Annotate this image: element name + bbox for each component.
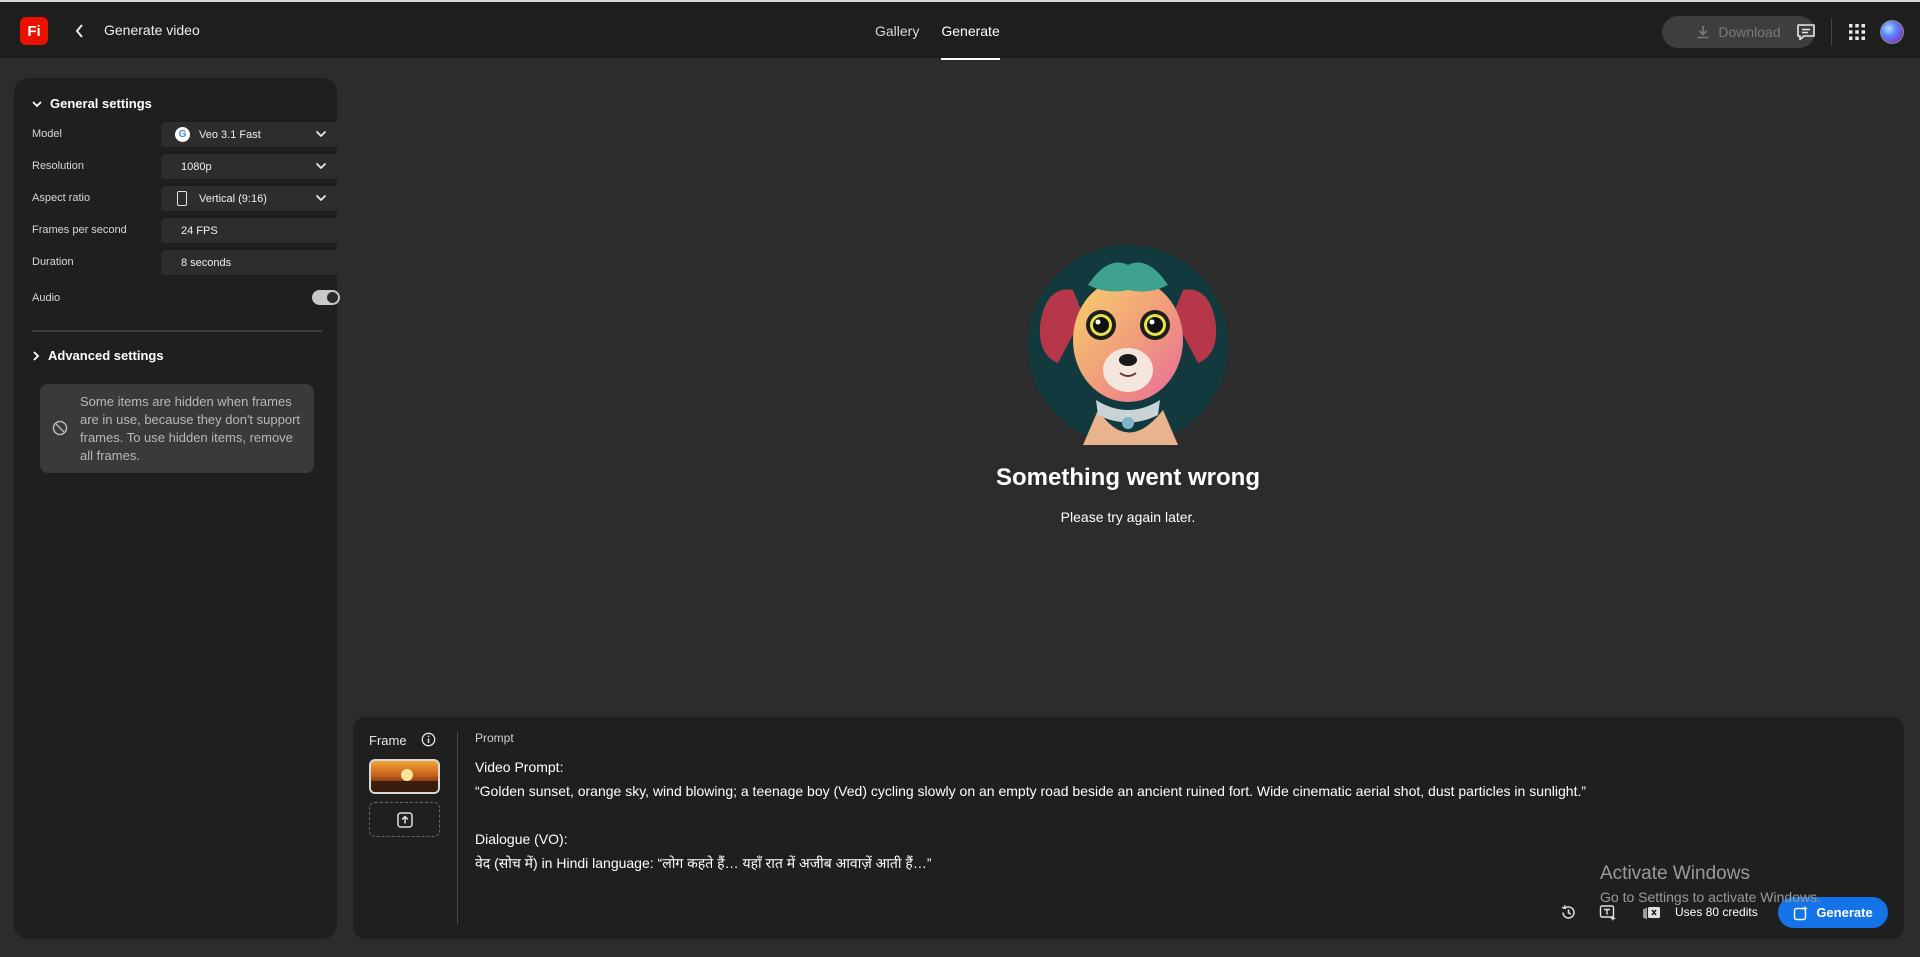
setting-audio: Audio [32,286,340,312]
download-button[interactable]: Download [1662,16,1815,48]
comment-button[interactable] [1794,20,1818,44]
prompt-divider [457,731,458,925]
prompt-enhance-button[interactable] [1598,902,1618,922]
model-select[interactable]: G Veo 3.1 Fast [161,122,339,147]
download-label: Download [1718,24,1781,40]
main-nav-tabs: Gallery Generate [864,2,1011,60]
puppy-illustration [1028,245,1228,445]
credits-label: Uses 80 credits [1675,905,1758,919]
chevron-down-icon [315,162,327,170]
setting-resolution: Resolution 1080p [32,154,339,180]
chevron-left-icon [75,24,83,38]
model-value: Veo 3.1 Fast [199,128,261,141]
watermark-line-2: Go to Settings to activate Windows. [1600,889,1821,905]
google-g-icon: G [175,127,190,142]
setting-label: Resolution [32,160,84,172]
apps-grid-icon [1849,24,1865,40]
tab-gallery[interactable]: Gallery [864,2,930,60]
page-title: Generate video [104,22,200,38]
back-button[interactable] [70,20,90,42]
advanced-settings-label: Advanced settings [48,348,164,363]
chevron-down-icon [32,100,42,107]
resolution-value: 1080p [181,160,212,173]
generate-sparkle-icon [1794,905,1809,920]
setting-label: Frames per second [32,224,127,236]
top-bar: Fi Generate video Gallery Generate Downl… [0,0,1920,60]
frame-upload-button[interactable] [369,802,440,837]
hidden-items-notice: Some items are hidden when frames are in… [40,384,314,473]
chevron-down-icon [315,194,327,202]
setting-duration: Duration 8 seconds [32,250,339,276]
chevron-down-icon [315,130,327,138]
setting-fps: Frames per second 24 FPS [32,218,339,244]
setting-label: Duration [32,256,74,268]
thumbnail-ground [371,781,438,792]
info-icon[interactable] [421,732,436,747]
download-icon [1697,26,1709,39]
general-settings-header[interactable]: General settings [32,96,152,111]
thumbnail-sun [401,769,413,781]
fps-field[interactable]: 24 FPS [161,218,339,243]
prompt-panel: Frame Prompt Video Prompt: “Golden sunse… [353,717,1904,939]
setting-label: Model [32,128,62,140]
error-title: Something went wrong [996,464,1260,491]
history-button[interactable] [1558,902,1578,922]
app-logo[interactable]: Fi [20,17,48,45]
aspect-ratio-select[interactable]: Vertical (9:16) [161,186,339,211]
upload-icon [396,811,413,828]
frame-label: Frame [369,733,407,748]
audio-toggle[interactable] [312,290,340,305]
text-enhance-icon [1599,904,1616,921]
watermark-line-1: Activate Windows [1600,863,1750,884]
user-avatar[interactable] [1880,20,1904,44]
chevron-right-icon [33,350,40,361]
setting-model: Model G Veo 3.1 Fast [32,122,339,148]
frame-thumbnail[interactable] [369,759,440,794]
setting-label: Aspect ratio [32,192,91,204]
general-settings-label: General settings [50,96,152,111]
prompt-textarea[interactable]: Video Prompt: “Golden sunset, orange sky… [475,755,1855,875]
credits-icon [1643,906,1660,919]
section-divider [32,330,322,332]
toolbar-divider [1831,18,1832,46]
history-icon [1561,904,1575,919]
windows-activation-watermark: Activate Windows Go to Settings to activ… [1600,863,1821,905]
setting-aspect-ratio: Aspect ratio Vertical (9:16) [32,186,339,212]
audio-label: Audio [32,292,61,304]
generate-label: Generate [1816,905,1873,920]
prompt-label: Prompt [475,731,514,745]
aspect-ratio-value: Vertical (9:16) [199,192,267,205]
duration-value: 8 seconds [181,256,232,269]
phone-portrait-icon [177,191,187,206]
apps-grid-button[interactable] [1845,20,1869,44]
duration-field[interactable]: 8 seconds [161,250,339,275]
notice-text: Some items are hidden when frames are in… [80,394,301,463]
comment-icon [1797,24,1815,41]
advanced-settings-header[interactable]: Advanced settings [32,348,164,363]
fps-value: 24 FPS [181,224,218,237]
error-subtitle: Please try again later. [1060,509,1196,525]
credits-button[interactable] [1642,902,1662,922]
prohibited-icon [52,420,68,436]
resolution-select[interactable]: 1080p [161,154,339,179]
tab-generate[interactable]: Generate [930,2,1010,60]
toggle-knob [327,292,338,303]
